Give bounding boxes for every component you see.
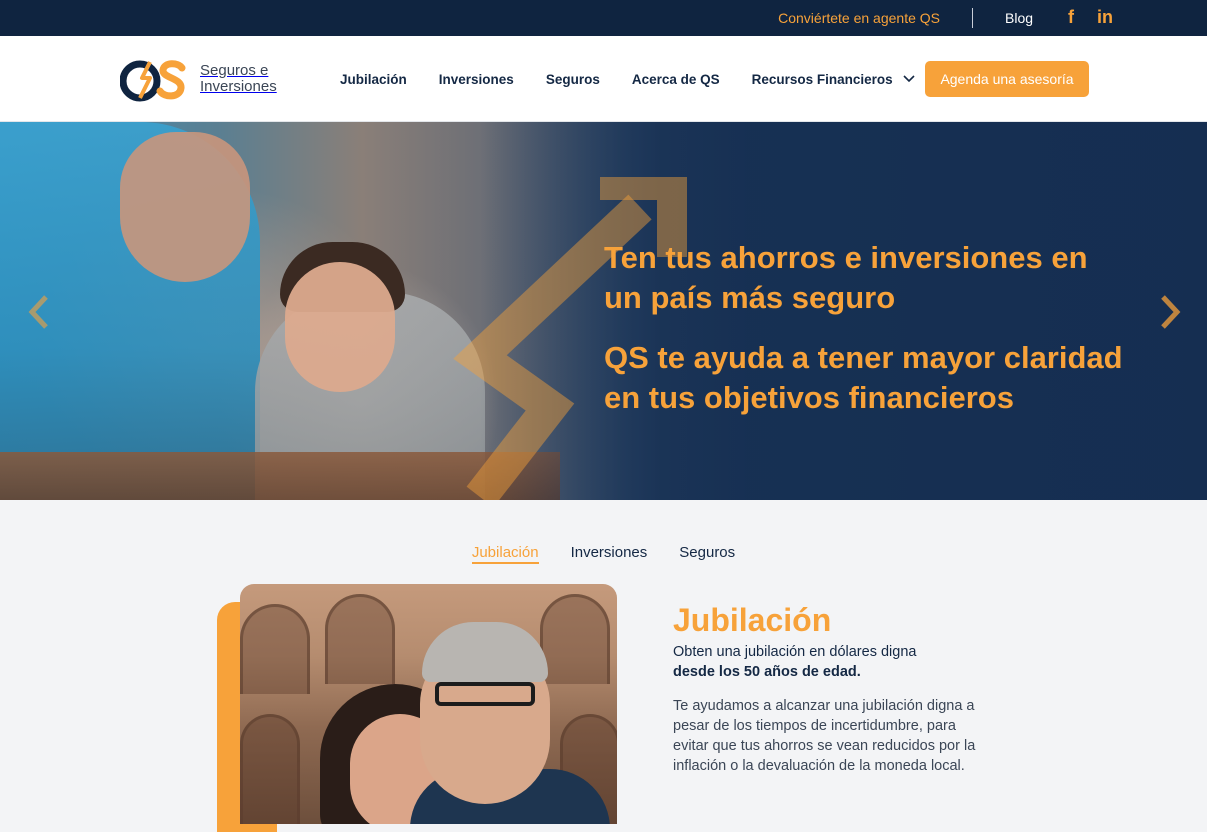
photo-arch [540,594,610,684]
hero-photo-woman-face [285,262,395,392]
chevron-right-icon [1161,295,1181,329]
section-title: Jubilación [673,602,832,638]
book-advice-button[interactable]: Agenda una asesoría [925,61,1089,97]
photo-glasses [435,682,535,706]
retirement-couple-photo [240,584,617,824]
retirement-info: Jubilación Obten una jubilación en dólar… [673,600,993,776]
hero-carousel: Ten tus ahorros e inversiones en un país… [0,122,1207,500]
photo-arch [240,604,310,694]
carousel-next-button[interactable] [1155,294,1185,330]
section-body: Te ayudamos a alcanzar una jubilación di… [673,698,976,774]
hero-photo-man-face [120,132,250,282]
nav-label: Inversiones [438,71,514,87]
nav-label: Seguros [545,71,600,87]
main-header: Seguros e Inversiones Jubilación Inversi… [0,36,1207,122]
nav-item-acerca[interactable]: Acerca de QS [632,72,720,87]
chevron-left-icon [28,295,48,329]
logo-text: Seguros e Inversiones [200,62,277,95]
top-bar: Conviértete en agente QS Blog f in [0,0,1207,36]
top-bar-divider [972,8,973,28]
photo-arch [325,594,395,684]
tab-jubilacion[interactable]: Jubilación [471,530,539,564]
blog-link[interactable]: Blog [1005,10,1033,26]
product-tabs: Jubilación Inversiones Seguros [0,530,1207,570]
lead-bold-text: desde los 50 años de edad. [673,664,861,680]
nav-item-jubilacion[interactable]: Jubilación [340,72,407,87]
carousel-prev-button[interactable] [24,294,54,330]
nav-item-recursos[interactable]: Recursos Financieros [752,72,915,87]
tab-inversiones[interactable]: Inversiones [571,530,648,564]
nav-label: Recursos Financieros [751,71,893,87]
section-lead: Obten una jubilación en dólares digna de… [673,642,993,682]
become-agent-link[interactable]: Conviértete en agente QS [778,10,940,26]
nav-label: Acerca de QS [631,71,720,87]
linkedin-icon[interactable]: in [1097,7,1113,28]
photo-arch [240,714,300,824]
facebook-icon[interactable]: f [1068,7,1074,28]
tab-seguros[interactable]: Seguros [679,530,735,564]
hero-subline: QS te ayuda a tener mayor claridad en tu… [604,340,1123,415]
photo-man-hair [422,622,548,682]
nav-label: Jubilación [340,71,407,87]
main-nav: Jubilación Inversiones Seguros Acerca de… [340,36,947,122]
logo[interactable]: Seguros e Inversiones [120,54,290,104]
hero-headline: Ten tus ahorros e inversiones en un país… [604,240,1088,315]
retirement-photo-card [217,584,617,832]
nav-item-seguros[interactable]: Seguros [546,72,600,87]
lead-text: Obten una jubilación en dólares digna [673,644,917,660]
nav-item-inversiones[interactable]: Inversiones [439,72,514,87]
chevron-down-icon [903,75,915,83]
qs-logo-icon [120,60,186,102]
